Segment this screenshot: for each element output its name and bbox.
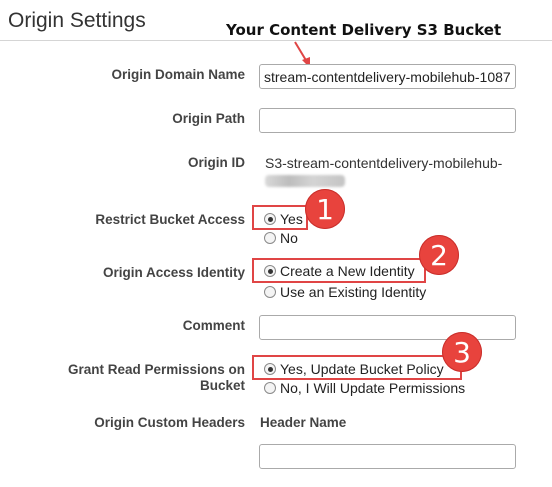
restrict-no-radio[interactable] [264,232,276,244]
existing-identity-radio[interactable] [264,286,276,298]
origin-path-input[interactable] [259,108,516,133]
existing-identity-label: Use an Existing Identity [280,284,427,300]
restrict-no-option[interactable]: No [264,230,298,246]
grant-read-label-line2: Bucket [199,378,245,393]
comment-label: Comment [182,318,245,333]
header-name-column: Header Name [260,415,347,430]
manual-permissions-option[interactable]: No, I Will Update Permissions [264,380,465,396]
origin-id-label: Origin ID [188,155,245,170]
marker-badge-1: 1 [305,189,345,229]
origin-domain-name-label: Origin Domain Name [111,67,245,82]
origin-domain-name-input[interactable]: stream-contentdelivery-mobilehub-1087 [259,64,516,89]
highlight-box-3 [252,355,462,380]
highlight-box-1 [252,205,308,230]
origin-access-identity-label: Origin Access Identity [102,265,245,280]
restrict-bucket-access-label: Restrict Bucket Access [95,212,245,227]
restrict-no-label: No [280,230,298,246]
marker-badge-2: 2 [419,235,459,275]
manual-permissions-label: No, I Will Update Permissions [280,380,466,396]
origin-path-label: Origin Path [172,111,245,126]
marker-badge-3: 3 [442,332,482,372]
existing-identity-option[interactable]: Use an Existing Identity [264,284,426,300]
header-name-input[interactable] [259,444,516,469]
manual-permissions-radio[interactable] [264,382,276,394]
origin-custom-headers-label: Origin Custom Headers [94,415,245,430]
origin-id-value: S3-stream-contentdelivery-mobilehub- [265,155,503,171]
origin-id-redacted [265,175,345,187]
highlight-box-2 [252,258,426,283]
comment-input[interactable] [259,315,516,340]
